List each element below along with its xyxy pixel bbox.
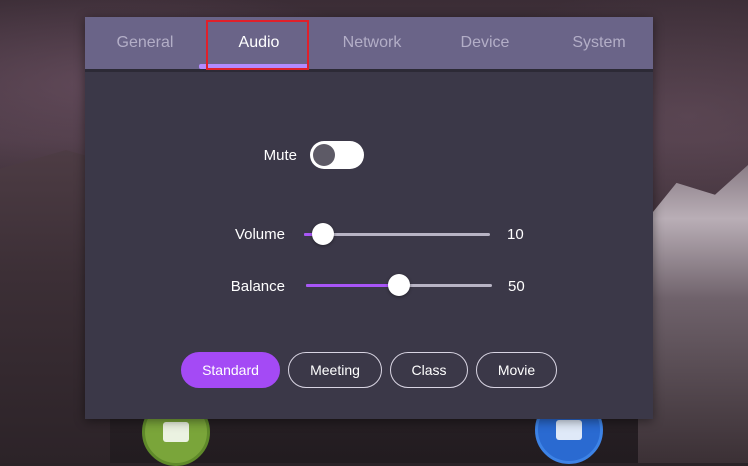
camera-icon — [556, 420, 582, 440]
paperclip-icon — [163, 422, 189, 442]
volume-slider[interactable] — [304, 223, 490, 245]
preset-standard-button[interactable]: Standard — [181, 352, 280, 388]
preset-class-button[interactable]: Class — [390, 352, 468, 388]
preset-movie-button[interactable]: Movie — [476, 352, 557, 388]
tab-device[interactable]: Device — [429, 17, 541, 69]
tab-bar: General Audio Network Device System — [85, 17, 653, 72]
tab-general[interactable]: General — [89, 17, 201, 69]
balance-value: 50 — [508, 278, 525, 295]
balance-slider[interactable] — [306, 274, 492, 296]
tab-system[interactable]: System — [543, 17, 655, 69]
preset-meeting-button[interactable]: Meeting — [288, 352, 382, 388]
toggle-knob — [313, 144, 335, 166]
balance-slider-thumb[interactable] — [388, 274, 410, 296]
settings-panel: General Audio Network Device System Mute… — [85, 17, 653, 419]
balance-slider-fill — [306, 284, 399, 287]
tab-highlight-box — [206, 20, 309, 70]
tab-network[interactable]: Network — [316, 17, 428, 69]
mute-label: Mute — [263, 147, 297, 164]
mute-toggle[interactable] — [310, 141, 364, 169]
volume-slider-thumb[interactable] — [312, 223, 334, 245]
volume-value: 10 — [507, 226, 524, 243]
volume-label: Volume — [234, 226, 285, 243]
balance-label: Balance — [230, 278, 285, 295]
